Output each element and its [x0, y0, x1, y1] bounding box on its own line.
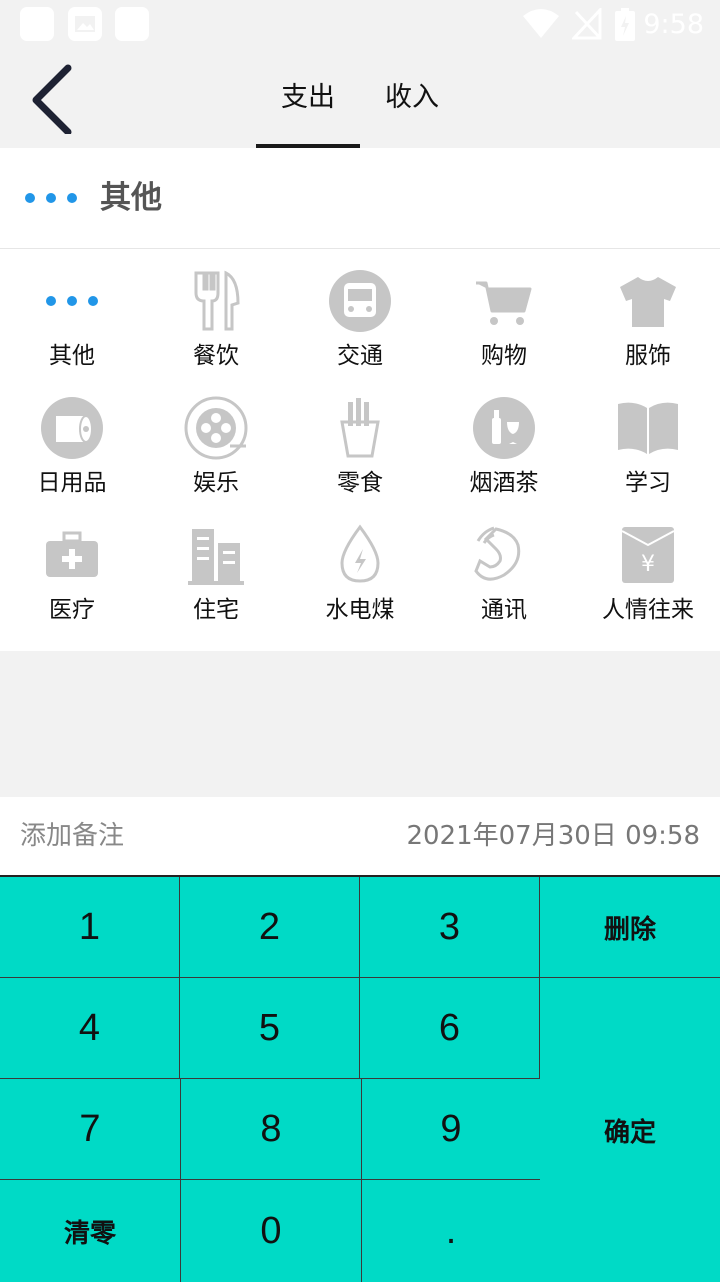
- status-bar: 9:58: [0, 0, 720, 50]
- keypad: 1 2 3 删除 4 5 6 确定 7 8 9 清零 0 .: [0, 875, 720, 1282]
- key-7[interactable]: 7: [0, 1079, 181, 1180]
- more-dots-icon: [25, 193, 77, 203]
- medical-kit-icon: [46, 531, 98, 577]
- notification-icon: [20, 7, 54, 41]
- key-6[interactable]: 6: [360, 978, 540, 1079]
- category-housing[interactable]: 住宅: [144, 503, 288, 630]
- category-other[interactable]: 其他: [0, 249, 144, 376]
- category-label: 医疗: [49, 597, 95, 623]
- category-label: 水电煤: [325, 597, 395, 623]
- key-4[interactable]: 4: [0, 978, 180, 1079]
- tshirt-icon: [620, 277, 676, 327]
- category-label: 烟酒茶: [469, 470, 539, 496]
- bus-icon: [329, 270, 391, 332]
- header: 支出 收入: [0, 50, 720, 148]
- red-envelope-icon: ¥: [621, 527, 675, 583]
- notification-icon: [115, 7, 149, 41]
- category-label: 服饰: [625, 343, 671, 369]
- category-label: 餐饮: [193, 343, 239, 369]
- category-label: 住宅: [193, 597, 239, 623]
- phone-icon: [474, 526, 521, 581]
- note-input[interactable]: [20, 817, 320, 855]
- datetime-picker[interactable]: 2021年07月30日 09:58: [406, 817, 700, 855]
- book-icon: [618, 402, 678, 454]
- fries-icon: [340, 398, 380, 458]
- fork-knife-icon: [194, 270, 240, 331]
- category-label: 交通: [337, 343, 383, 369]
- category-communication[interactable]: 通讯: [432, 503, 576, 630]
- shopping-cart-icon: [476, 281, 532, 325]
- category-label: 人情往来: [602, 597, 694, 623]
- key-8[interactable]: 8: [181, 1079, 362, 1180]
- category-clothing[interactable]: 服饰: [576, 249, 720, 376]
- category-label: 学习: [625, 470, 671, 496]
- category-label: 购物: [481, 343, 527, 369]
- tissue-roll-icon: [41, 397, 103, 459]
- wine-icon: [473, 397, 535, 459]
- gallery-notification-icon: [68, 7, 102, 41]
- tab-expense[interactable]: 支出: [256, 76, 360, 120]
- status-time: 9:58: [643, 9, 704, 40]
- category-dining[interactable]: 餐饮: [144, 249, 288, 376]
- key-1[interactable]: 1: [0, 877, 180, 978]
- category-entertainment[interactable]: 娱乐: [144, 376, 288, 503]
- water-drop-icon: [340, 524, 380, 583]
- category-shopping[interactable]: 购物: [432, 249, 576, 376]
- category-grid: 其他 餐饮 交通 购物 服饰 日用品 娱乐 零食 烟酒茶 学习 医疗 住宅 水电…: [0, 249, 720, 651]
- category-gifts-social[interactable]: ¥ 人情往来: [576, 503, 720, 630]
- category-label: 日用品: [37, 470, 107, 496]
- category-label: 通讯: [481, 597, 527, 623]
- wifi-icon: [523, 9, 559, 38]
- category-label: 零食: [337, 470, 383, 496]
- selected-category-label: 其他: [100, 180, 162, 216]
- note-row: 2021年07月30日 09:58: [0, 797, 720, 875]
- back-button[interactable]: [22, 62, 82, 136]
- back-arrow-icon: [32, 64, 72, 136]
- category-label: 娱乐: [193, 470, 239, 496]
- no-signal-icon: [572, 8, 602, 40]
- building-icon: [188, 529, 244, 585]
- category-daily-goods[interactable]: 日用品: [0, 376, 144, 503]
- battery-icon: [615, 8, 635, 41]
- key-9[interactable]: 9: [362, 1079, 540, 1180]
- delete-button[interactable]: 删除: [540, 877, 720, 978]
- clear-button[interactable]: 清零: [0, 1180, 181, 1282]
- key-3[interactable]: 3: [360, 877, 540, 978]
- film-reel-icon: [184, 396, 248, 460]
- confirm-button[interactable]: 确定: [540, 978, 720, 1282]
- category-snacks[interactable]: 零食: [288, 376, 432, 503]
- key-0[interactable]: 0: [181, 1180, 362, 1282]
- key-2[interactable]: 2: [180, 877, 360, 978]
- category-label: 其他: [49, 343, 95, 369]
- more-dots-icon: [46, 296, 98, 306]
- key-5[interactable]: 5: [180, 978, 360, 1079]
- category-tobacco-wine-tea[interactable]: 烟酒茶: [432, 376, 576, 503]
- selected-category: 其他: [0, 148, 720, 249]
- category-study[interactable]: 学习: [576, 376, 720, 503]
- category-medical[interactable]: 医疗: [0, 503, 144, 630]
- svg-text:¥: ¥: [641, 552, 655, 577]
- tab-income[interactable]: 收入: [360, 76, 464, 120]
- category-transport[interactable]: 交通: [288, 249, 432, 376]
- category-utilities[interactable]: 水电煤: [288, 503, 432, 630]
- key-dot[interactable]: .: [362, 1180, 540, 1282]
